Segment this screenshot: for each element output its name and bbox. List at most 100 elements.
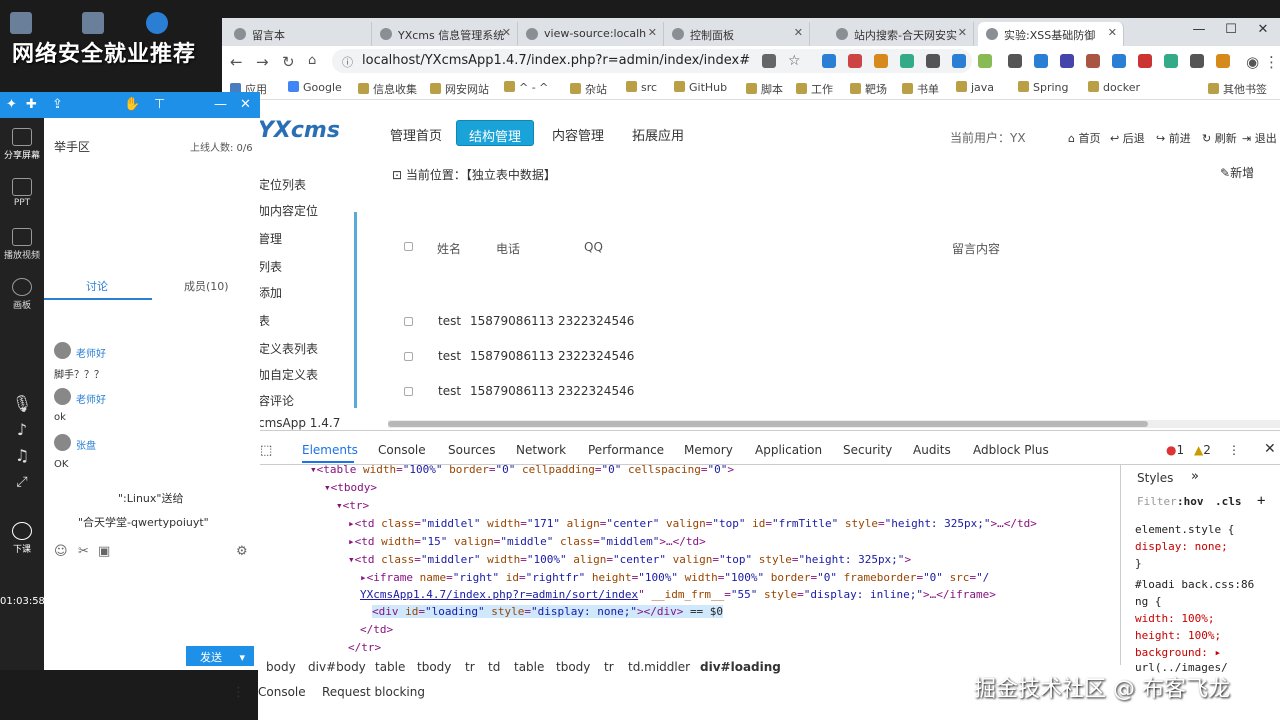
sidebar-item[interactable]: 容评论 bbox=[258, 392, 294, 409]
bookmark[interactable]: 杂站 bbox=[570, 81, 607, 97]
dom-line[interactable]: ▸<iframe name="right" id="rightfr" heigh… bbox=[360, 571, 989, 584]
desktop-icon[interactable] bbox=[146, 12, 168, 34]
fullscreen-icon[interactable]: ⤢ bbox=[0, 474, 44, 490]
browser-tab-active[interactable]: 实验:XSS基础防御 ✕ bbox=[978, 22, 1124, 46]
maximize-button[interactable]: ☐ bbox=[1216, 22, 1246, 42]
error-count[interactable]: ●1 bbox=[1166, 443, 1184, 457]
sidebar-item[interactable]: 列表 bbox=[258, 258, 282, 275]
reload-icon[interactable]: ↻ bbox=[282, 53, 295, 71]
warning-count[interactable]: ▲2 bbox=[1194, 443, 1211, 457]
dom-line[interactable]: </td> bbox=[360, 623, 393, 636]
profile-icon[interactable]: ◉ bbox=[1246, 53, 1259, 71]
breadcrumb-item[interactable]: tbody bbox=[417, 660, 451, 674]
scrollbar-thumb[interactable] bbox=[388, 421, 1148, 427]
minimize-button[interactable]: — bbox=[1184, 22, 1214, 42]
music-icon[interactable]: ♫ bbox=[0, 446, 44, 465]
bookmark[interactable]: 其他书签 bbox=[1208, 81, 1267, 97]
cls-toggle[interactable]: .cls bbox=[1215, 495, 1242, 508]
breadcrumb-item[interactable]: td bbox=[488, 660, 500, 674]
bookmark[interactable]: 脚本 bbox=[746, 81, 783, 97]
speaker-icon[interactable]: ♪ bbox=[0, 420, 44, 439]
extension-icon[interactable] bbox=[900, 54, 914, 68]
mic-icon[interactable]: ✋ bbox=[124, 97, 140, 112]
minimize-icon[interactable]: — bbox=[214, 97, 227, 112]
tab-adblock[interactable]: Adblock Plus bbox=[973, 443, 1049, 457]
dom-line-selected[interactable]: <div id="loading" style="display: none;"… bbox=[372, 605, 724, 618]
bookmark[interactable]: GitHub bbox=[674, 81, 727, 94]
bookmark[interactable]: src bbox=[626, 81, 657, 94]
bookmark[interactable]: 网安网站 bbox=[430, 81, 489, 97]
tab-security[interactable]: Security bbox=[843, 443, 892, 457]
rail-ppt[interactable]: PPT bbox=[0, 178, 44, 208]
tab-performance[interactable]: Performance bbox=[588, 443, 664, 457]
style-line[interactable]: height: 100%; bbox=[1135, 629, 1221, 642]
style-line[interactable]: width: 100%; bbox=[1135, 612, 1214, 625]
extension-icon[interactable] bbox=[1164, 54, 1178, 68]
pin-top-icon[interactable]: ⊤ bbox=[154, 97, 165, 112]
close-tab-icon[interactable]: ✕ bbox=[648, 26, 657, 39]
browser-tab[interactable]: 控制面板 ✕ bbox=[664, 22, 810, 46]
link-back[interactable]: ↩ 后退 bbox=[1110, 130, 1145, 146]
sidebar-item[interactable]: 加自定义表 bbox=[258, 366, 318, 383]
extension-icon[interactable] bbox=[926, 54, 940, 68]
nav-content[interactable]: 内容管理 bbox=[540, 120, 616, 146]
link-home[interactable]: ⌂ 首页 bbox=[1068, 130, 1100, 146]
sidebar-item[interactable]: 定位列表 bbox=[258, 176, 306, 193]
sidebar-item[interactable]: 加内容定位 bbox=[258, 202, 318, 219]
bookmark[interactable]: 信息收集 bbox=[358, 81, 417, 97]
tab-discussion[interactable]: 讨论 bbox=[86, 278, 108, 294]
scissors-icon[interactable]: ✂ bbox=[78, 544, 89, 559]
sidebar-item[interactable]: 定义表列表 bbox=[258, 340, 318, 357]
tab-audits[interactable]: Audits bbox=[913, 443, 951, 457]
style-line[interactable]: #loadi back.css:86 bbox=[1135, 578, 1254, 591]
tab-console[interactable]: Console bbox=[378, 443, 426, 457]
bookmark[interactable]: 书单 bbox=[902, 81, 939, 97]
extension-icon[interactable] bbox=[1190, 54, 1204, 68]
close-icon[interactable]: ✕ bbox=[1264, 441, 1276, 457]
extension-icon[interactable] bbox=[1086, 54, 1100, 68]
style-line[interactable]: background: ▸ bbox=[1135, 646, 1221, 659]
nav-dashboard[interactable]: 管理首页 bbox=[378, 120, 454, 146]
settings-icon[interactable]: ⋮ bbox=[1228, 443, 1240, 457]
extension-icon[interactable] bbox=[1060, 54, 1074, 68]
rail-whiteboard[interactable]: 画板 bbox=[0, 278, 44, 311]
extension-icon[interactable] bbox=[1138, 54, 1152, 68]
extension-icon[interactable] bbox=[978, 54, 992, 68]
hov-toggle[interactable]: :hov bbox=[1177, 495, 1204, 508]
nav-extensions[interactable]: 拓展应用 bbox=[620, 120, 696, 146]
breadcrumb-item[interactable]: td.middler bbox=[628, 660, 690, 674]
extension-icon[interactable] bbox=[1034, 54, 1048, 68]
drawer-tab-console[interactable]: Console bbox=[258, 685, 306, 699]
rail-share-screen[interactable]: 分享屏幕 bbox=[0, 128, 44, 161]
breadcrumb-item[interactable]: body bbox=[266, 660, 296, 674]
breadcrumb-item[interactable]: div#loading bbox=[700, 660, 781, 674]
tab-sources[interactable]: Sources bbox=[448, 443, 495, 457]
styles-tab[interactable]: Styles bbox=[1137, 471, 1173, 485]
extension-icon[interactable] bbox=[848, 54, 862, 68]
bookmark[interactable]: Google bbox=[288, 81, 342, 94]
bookmark[interactable]: ^ - ^ bbox=[504, 81, 548, 94]
mic-icon[interactable]: 🎙 bbox=[0, 394, 44, 413]
share-icon[interactable]: ⇪ bbox=[52, 97, 63, 112]
key-icon[interactable] bbox=[762, 54, 776, 68]
dom-line[interactable]: </tr> bbox=[348, 641, 381, 654]
back-icon[interactable]: ← bbox=[230, 53, 243, 71]
dom-line[interactable]: ▾<tbody> bbox=[324, 481, 377, 494]
rail-video[interactable]: 播放视频 bbox=[0, 228, 44, 261]
inspect-icon[interactable]: ⬚ bbox=[260, 443, 272, 458]
desktop-icon[interactable] bbox=[10, 12, 32, 34]
select-all-checkbox[interactable] bbox=[404, 242, 413, 251]
extension-icon[interactable] bbox=[1112, 54, 1126, 68]
link-forward[interactable]: ↪ 前进 bbox=[1156, 130, 1191, 146]
tab-network[interactable]: Network bbox=[516, 443, 566, 457]
desktop-icon[interactable] bbox=[82, 12, 104, 34]
styles-filter[interactable]: Filter bbox=[1137, 495, 1177, 508]
tab-application[interactable]: Application bbox=[755, 443, 822, 457]
add-rule-icon[interactable]: + bbox=[1257, 493, 1265, 509]
drawer-tab-request-blocking[interactable]: Request blocking bbox=[322, 685, 425, 699]
forward-icon[interactable]: → bbox=[256, 53, 269, 71]
breadcrumb-item[interactable]: table bbox=[375, 660, 405, 674]
close-window-button[interactable]: ✕ bbox=[1248, 22, 1278, 42]
close-tab-icon[interactable]: ✕ bbox=[1108, 26, 1117, 39]
menu-icon[interactable]: ⋮ bbox=[1264, 53, 1279, 71]
